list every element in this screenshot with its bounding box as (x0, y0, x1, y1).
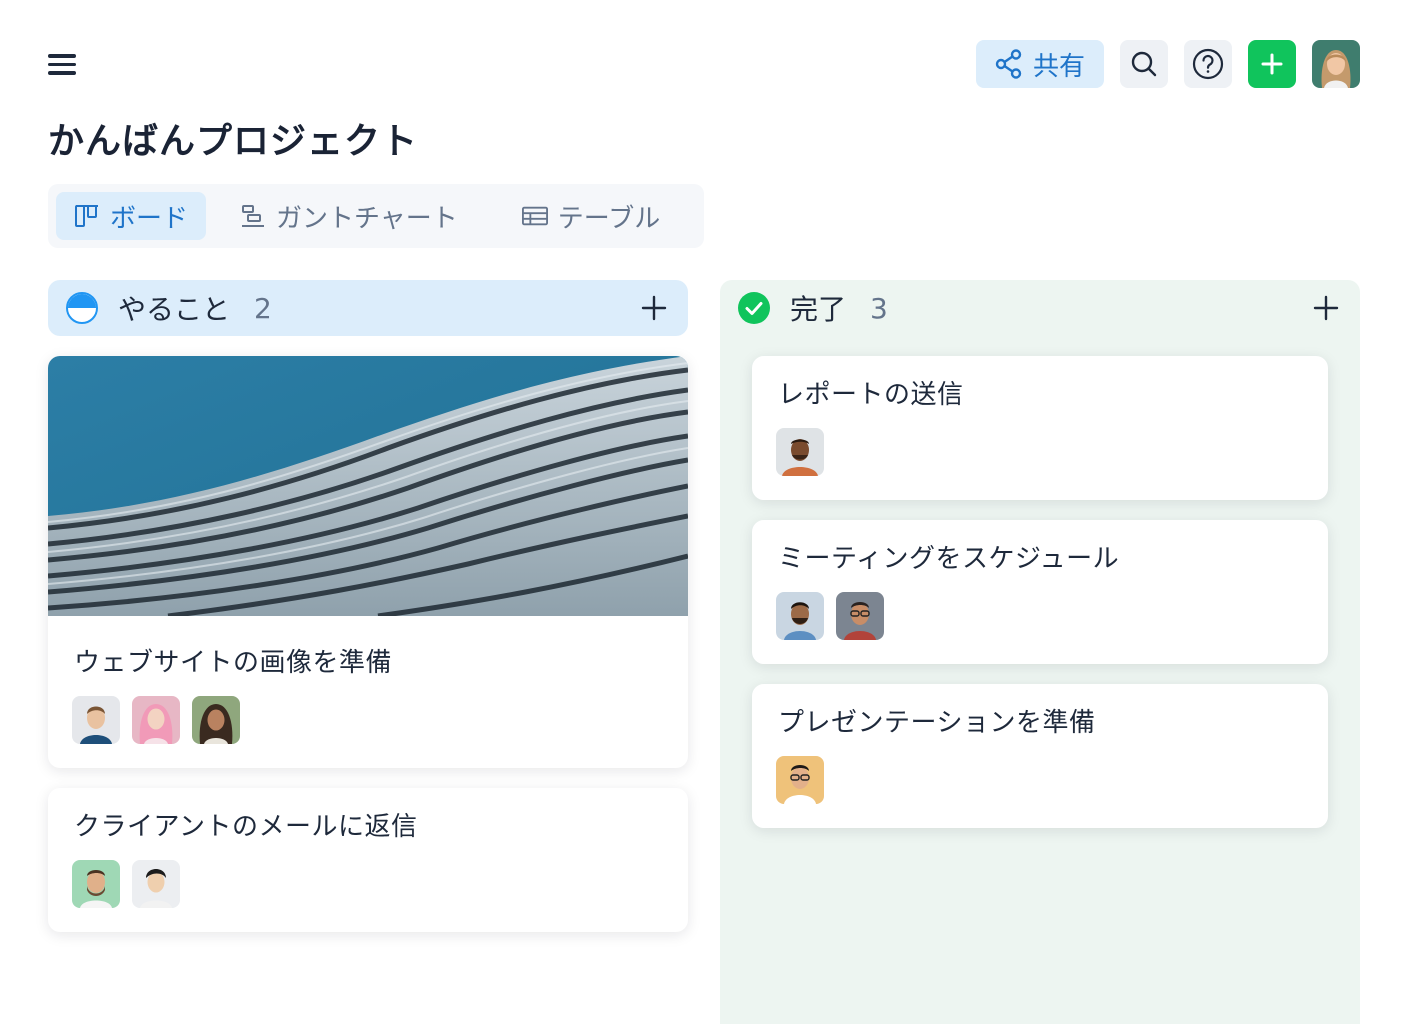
avatar[interactable] (132, 860, 180, 908)
tab-gantt-label: ガントチャート (276, 203, 458, 234)
view-tabs: ボード ガントチャート テーブル (48, 184, 704, 248)
column-done: 完了 3 レポートの送信 ミーティングをスケジュール プレゼンテーションを準備 (720, 280, 1360, 1024)
share-label: 共有 (1032, 51, 1085, 82)
card-assignees (72, 696, 240, 744)
share-button[interactable]: 共有 (976, 40, 1104, 88)
task-card[interactable]: ミーティングをスケジュール (752, 520, 1328, 664)
column-title: やること (118, 293, 231, 326)
column-count: 3 (870, 291, 888, 325)
search-button[interactable] (1120, 40, 1168, 88)
avatar[interactable] (776, 592, 824, 640)
task-card[interactable]: プレゼンテーションを準備 (752, 684, 1328, 828)
avatar[interactable] (72, 860, 120, 908)
tab-table-label: テーブル (557, 203, 661, 234)
help-button[interactable] (1184, 40, 1232, 88)
avatar[interactable] (132, 696, 180, 744)
tab-board-label: ボード (110, 203, 189, 234)
card-title: ミーティングをスケジュール (778, 544, 1120, 574)
task-card[interactable]: レポートの送信 (752, 356, 1328, 500)
avatar[interactable] (776, 756, 824, 804)
task-card[interactable]: クライアントのメールに返信 (48, 788, 688, 932)
help-icon (1192, 48, 1224, 80)
avatar[interactable] (192, 696, 240, 744)
column-title: 完了 (790, 293, 847, 326)
card-assignees (776, 428, 824, 476)
task-card[interactable]: ウェブサイトの画像を準備 (48, 356, 688, 768)
column-count: 2 (254, 291, 272, 325)
add-button[interactable] (1248, 40, 1296, 88)
tab-table[interactable]: テーブル (504, 192, 678, 240)
top-actions: 共有 (976, 40, 1360, 88)
card-title: レポートの送信 (778, 380, 964, 410)
column-header: やること 2 (48, 280, 688, 336)
card-title: ウェブサイトの画像を準備 (74, 648, 393, 678)
share-icon (995, 49, 1022, 79)
avatar[interactable] (776, 428, 824, 476)
page-title: かんばんプロジェクト (48, 121, 419, 162)
column-header: 完了 3 (720, 280, 1360, 336)
plus-icon (1261, 53, 1283, 75)
table-icon (521, 203, 548, 229)
add-card-icon[interactable] (640, 294, 668, 322)
in-progress-icon (66, 292, 98, 324)
card-title: プレゼンテーションを準備 (778, 708, 1096, 738)
search-icon (1131, 51, 1157, 77)
tab-board[interactable]: ボード (56, 192, 207, 240)
check-circle-icon (738, 292, 770, 324)
avatar[interactable] (72, 696, 120, 744)
cover-image (48, 356, 688, 616)
card-assignees (776, 592, 884, 640)
menu-button[interactable] (48, 54, 76, 76)
avatar[interactable] (836, 592, 884, 640)
add-card-icon[interactable] (1312, 294, 1340, 322)
tab-gantt[interactable]: ガントチャート (222, 192, 476, 240)
card-assignees (776, 756, 824, 804)
card-assignees (72, 860, 180, 908)
board-icon (74, 203, 100, 229)
gantt-icon (240, 203, 266, 229)
column-todo: やること 2 ウェブサイトの画像を準備 クライアントのメールに返信 (48, 280, 688, 932)
hamburger-icon (48, 54, 76, 58)
card-title: クライアントのメールに返信 (74, 812, 418, 842)
user-avatar[interactable] (1312, 40, 1360, 88)
